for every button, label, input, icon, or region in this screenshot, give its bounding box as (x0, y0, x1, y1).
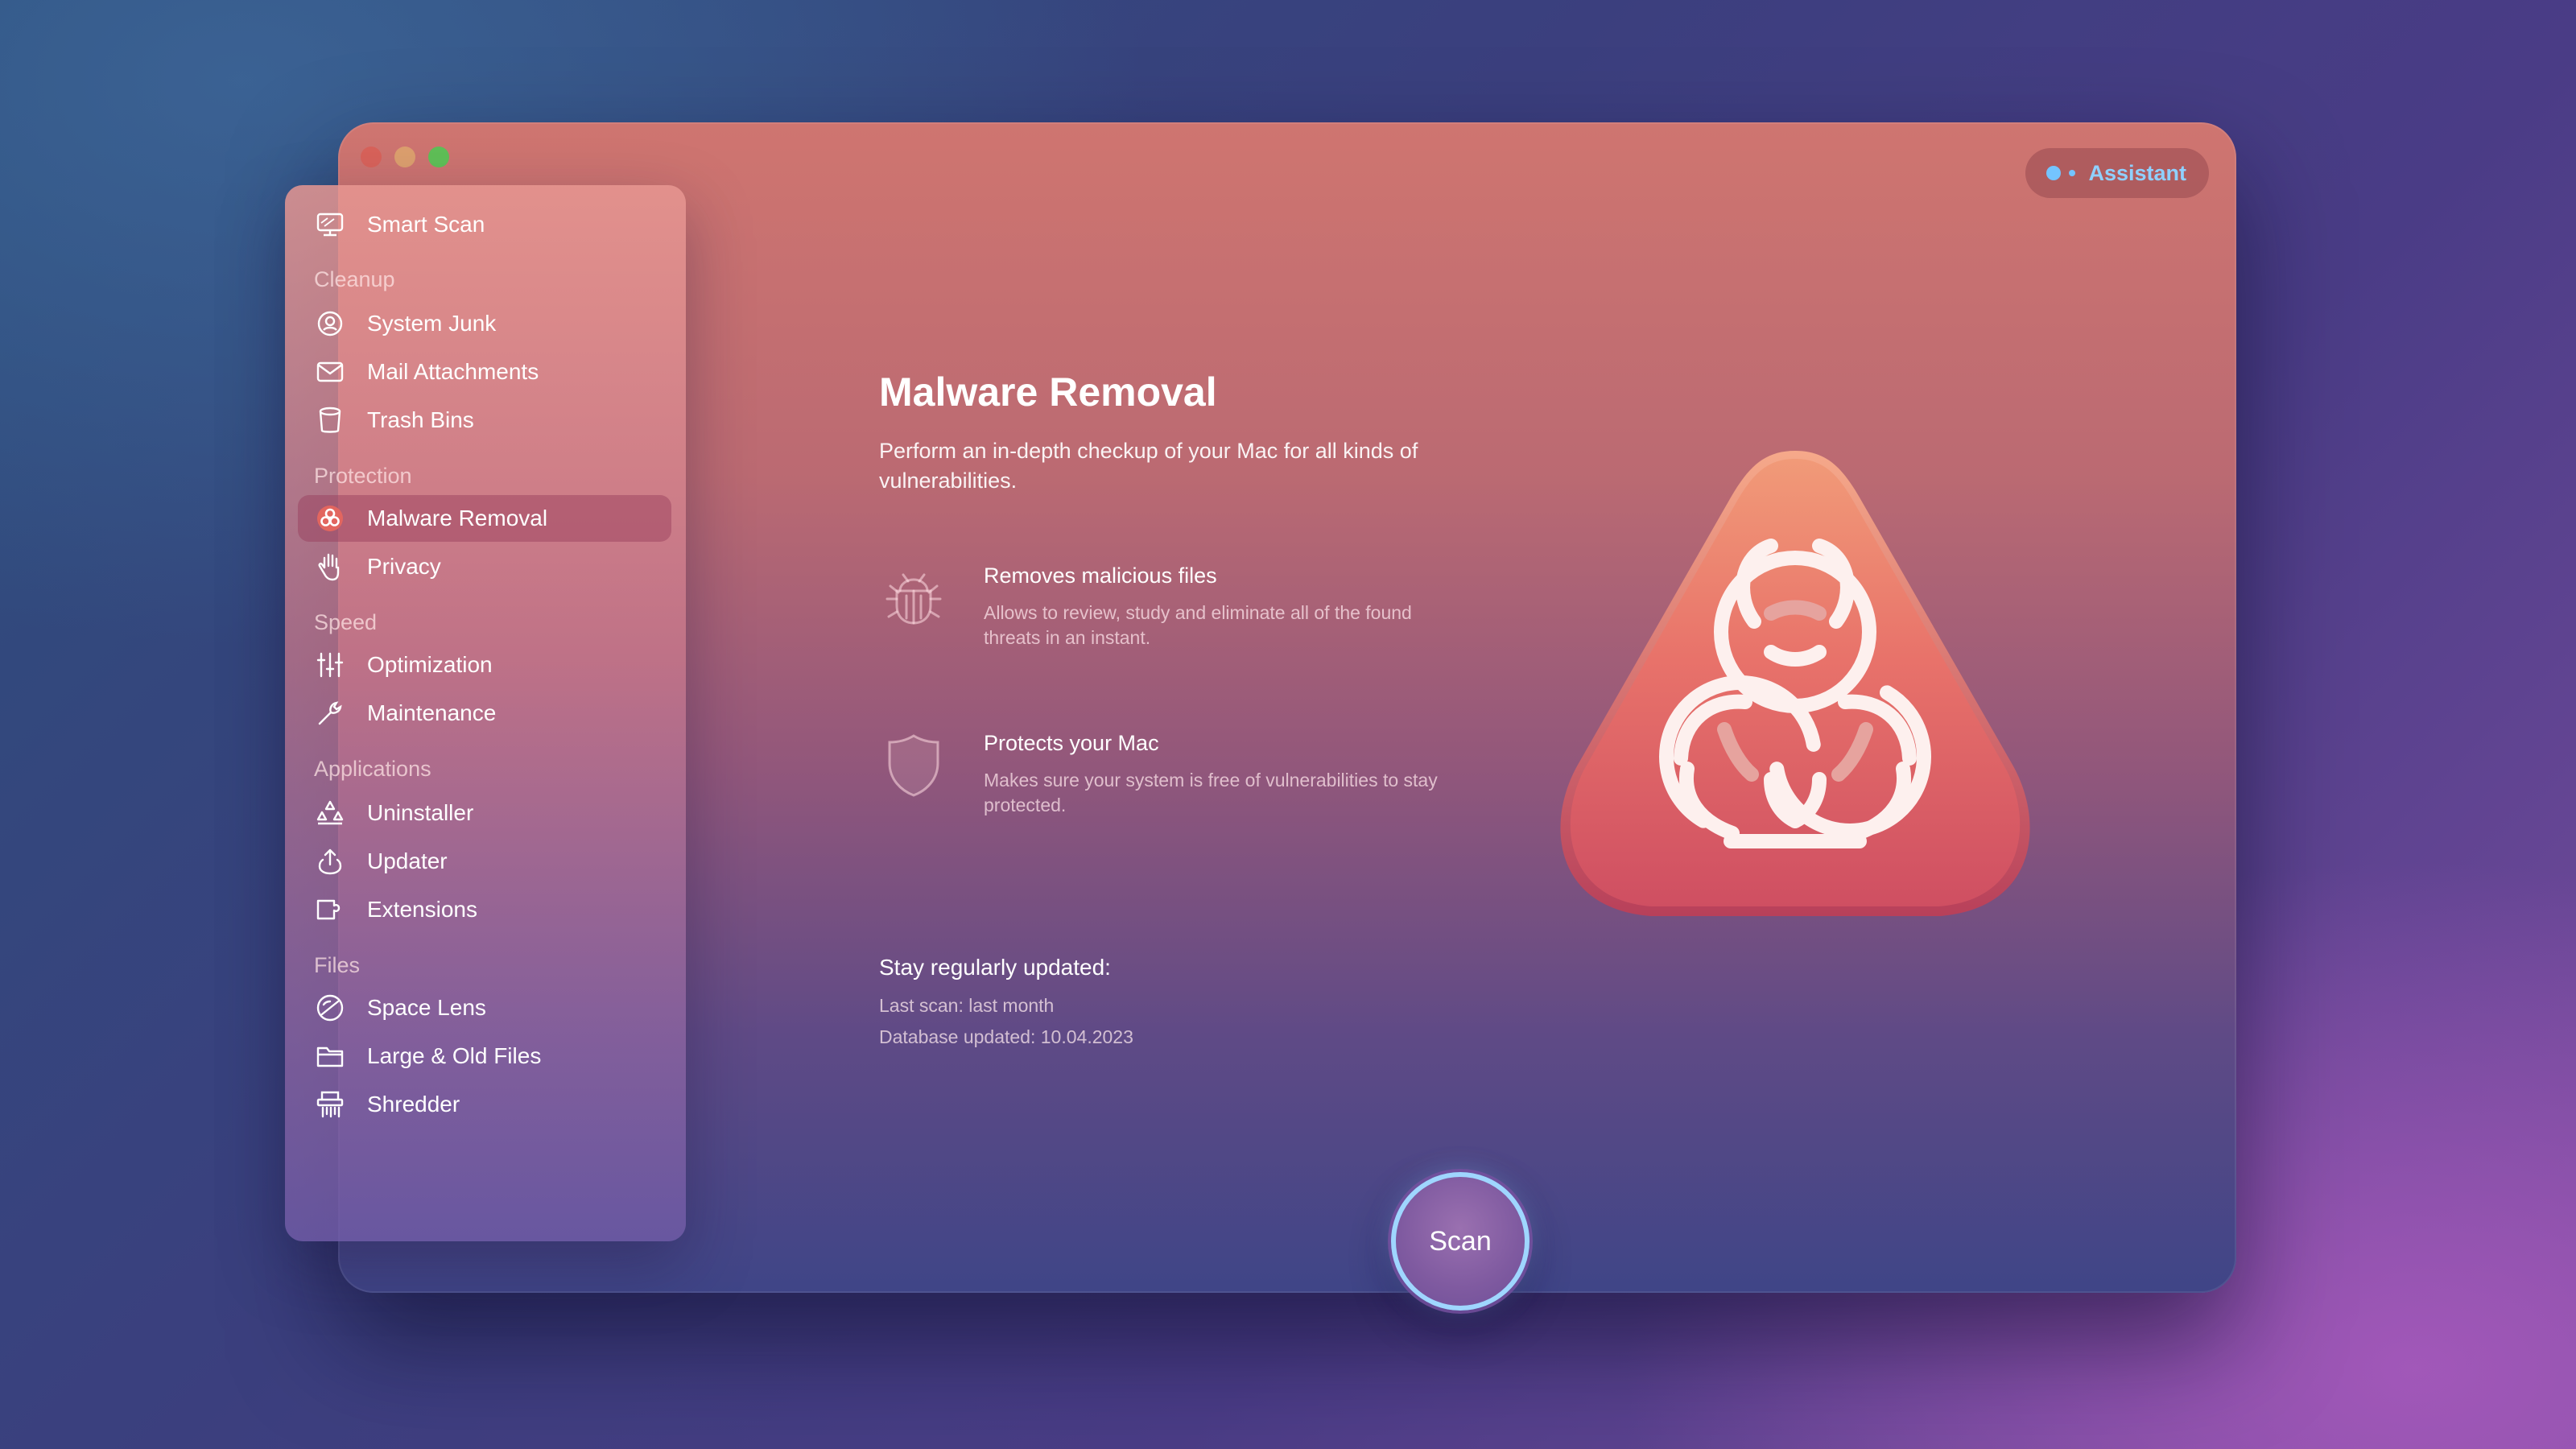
sidebar-item-label: Smart Scan (367, 212, 485, 237)
sidebar-item-label: Uninstaller (367, 800, 474, 825)
sidebar-item-privacy[interactable]: Privacy (298, 543, 671, 590)
trash-icon (314, 404, 346, 436)
sidebar-item-updater[interactable]: Updater (298, 838, 671, 885)
sidebar-item-large-old-files[interactable]: Large & Old Files (298, 1033, 671, 1080)
update-title: Stay regularly updated: (879, 955, 1111, 980)
sidebar-item-shredder[interactable]: Shredder (298, 1081, 671, 1128)
hand-icon (314, 551, 346, 583)
maximize-window-button[interactable] (428, 147, 449, 167)
section-protection-title: Protection (314, 464, 412, 488)
updater-icon (314, 845, 346, 877)
sidebar-item-label: Privacy (367, 554, 441, 579)
junk-icon (314, 308, 346, 340)
extensions-icon (314, 894, 346, 926)
sidebar-item-smart-scan[interactable]: Smart Scan (298, 201, 671, 248)
sidebar-item-label: Extensions (367, 897, 477, 922)
minimize-window-button[interactable] (394, 147, 415, 167)
sidebar: Smart Scan Cleanup System Junk Mail Atta… (285, 185, 686, 1241)
sidebar-item-label: Large & Old Files (367, 1043, 542, 1068)
sidebar-item-system-junk[interactable]: System Junk (298, 300, 671, 347)
close-window-button[interactable] (361, 147, 382, 167)
section-cleanup-title: Cleanup (314, 267, 395, 291)
last-scan-text: Last scan: last month (879, 995, 1055, 1016)
sidebar-item-extensions[interactable]: Extensions (298, 886, 671, 933)
sidebar-item-mail-attachments[interactable]: Mail Attachments (298, 349, 671, 395)
biohazard-icon (314, 502, 346, 535)
sidebar-item-label: System Junk (367, 311, 497, 336)
sidebar-item-trash-bins[interactable]: Trash Bins (298, 397, 671, 444)
scan-button[interactable]: Scan (1391, 1172, 1530, 1311)
wrench-icon (314, 697, 346, 729)
shredder-icon (314, 1088, 346, 1121)
sidebar-item-malware-removal[interactable]: Malware Removal (298, 495, 671, 542)
scan-button-label: Scan (1429, 1225, 1492, 1257)
sliders-icon (314, 649, 346, 681)
sidebar-item-maintenance[interactable]: Maintenance (298, 690, 671, 737)
section-files-title: Files (314, 953, 361, 977)
sidebar-item-label: Updater (367, 848, 448, 873)
sidebar-item-optimization[interactable]: Optimization (298, 642, 671, 688)
lens-icon (314, 992, 346, 1024)
page-title: Malware Removal (879, 369, 1217, 415)
sidebar-item-label: Malware Removal (367, 506, 548, 530)
shield-icon (879, 731, 948, 800)
database-updated-text: Database updated: 10.04.2023 (879, 1026, 1133, 1047)
uninstaller-icon (314, 797, 346, 829)
feature-description: Makes sure your system is free of vulner… (984, 770, 1438, 815)
sidebar-item-label: Trash Bins (367, 407, 474, 432)
feature-title: Removes malicious files (984, 564, 1217, 588)
bug-icon (879, 564, 948, 633)
sidebar-item-space-lens[interactable]: Space Lens (298, 985, 671, 1031)
sidebar-item-uninstaller[interactable]: Uninstaller (298, 790, 671, 836)
feature-description: Allows to review, study and eliminate al… (984, 602, 1412, 648)
section-speed-title: Speed (314, 610, 378, 634)
monitor-icon (314, 208, 346, 241)
section-applications-title: Applications (314, 757, 431, 781)
sidebar-item-label: Maintenance (367, 700, 497, 725)
assistant-label: Assistant (2088, 160, 2186, 185)
sidebar-item-label: Optimization (367, 652, 493, 677)
page-description: Perform an in-depth checkup of your Mac … (879, 439, 1418, 493)
sidebar-item-label: Space Lens (367, 995, 486, 1020)
sidebar-item-label: Shredder (367, 1092, 460, 1117)
envelope-icon (314, 356, 346, 388)
sidebar-item-label: Mail Attachments (367, 359, 539, 384)
folder-icon (314, 1040, 346, 1072)
assistant-dot-icon (2046, 166, 2062, 180)
feature-title: Protects your Mac (984, 731, 1159, 755)
biohazard-triangle-icon (1530, 443, 2061, 926)
assistant-small-dot-icon (2069, 170, 2076, 176)
assistant-button[interactable]: Assistant (2025, 148, 2209, 198)
